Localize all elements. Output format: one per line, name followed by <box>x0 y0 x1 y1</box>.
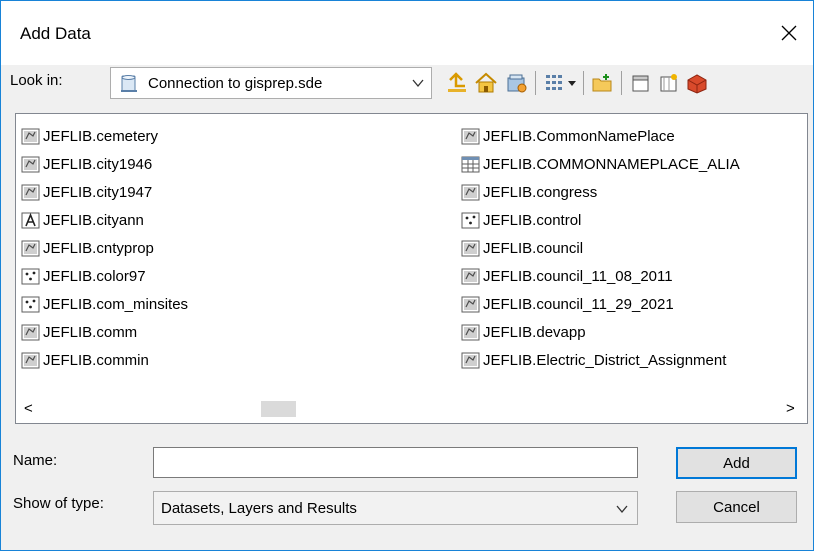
scrollbar-thumb[interactable] <box>261 401 296 417</box>
view-dropdown-icon <box>568 81 576 86</box>
connect-folder-icon <box>507 74 527 93</box>
list-item[interactable]: JEFLIB.cntyprop <box>21 234 188 262</box>
point-feature-class-icon <box>21 268 40 284</box>
new-folder-button[interactable] <box>591 71 615 95</box>
scroll-right-arrow[interactable]: > <box>786 400 795 417</box>
polygon-feature-class-icon <box>21 184 40 200</box>
polygon-feature-class-icon <box>21 324 40 340</box>
polygon-feature-class-icon <box>461 240 480 256</box>
list-item[interactable]: JEFLIB.COMMONNAMEPLACE_ALIA <box>461 150 740 178</box>
list-item[interactable]: JEFLIB.control <box>461 206 740 234</box>
polygon-feature-class-icon <box>21 128 40 144</box>
list-item[interactable]: JEFLIB.congress <box>461 178 740 206</box>
chevron-down-icon <box>412 79 424 88</box>
new-shapefile-icon <box>660 74 677 92</box>
new-shapefile-button[interactable] <box>657 71 681 95</box>
look-in-label: Look in: <box>10 72 63 89</box>
home-button[interactable] <box>474 71 498 95</box>
close-button[interactable] <box>769 15 809 51</box>
look-in-value: Connection to gisprep.sde <box>148 75 323 92</box>
name-input[interactable] <box>153 447 638 478</box>
new-file-button[interactable] <box>629 71 653 95</box>
database-connection-icon <box>121 75 137 92</box>
view-options-icon <box>546 75 562 90</box>
table-icon <box>461 156 480 172</box>
window-title: Add Data <box>20 24 91 43</box>
polygon-feature-class-icon <box>461 296 480 312</box>
polygon-feature-class-icon <box>461 128 480 144</box>
list-item[interactable]: JEFLIB.cemetery <box>21 122 188 150</box>
add-button[interactable]: Add <box>676 447 797 479</box>
show-of-type-value: Datasets, Layers and Results <box>161 500 357 517</box>
polygon-feature-class-icon <box>21 240 40 256</box>
look-in-dropdown[interactable]: Connection to gisprep.sde <box>110 67 432 99</box>
file-list-column-right: JEFLIB.CommonNamePlace JEFLIB.COMMONNAME… <box>461 122 740 374</box>
list-item[interactable]: JEFLIB.com_minsites <box>21 290 188 318</box>
chevron-down-icon <box>616 505 628 514</box>
list-item[interactable]: JEFLIB.color97 <box>21 262 188 290</box>
list-item[interactable]: JEFLIB.council_11_29_2021 <box>461 290 740 318</box>
polygon-feature-class-icon <box>461 268 480 284</box>
toolbox-icon <box>687 74 707 94</box>
list-item[interactable]: JEFLIB.cityann <box>21 206 188 234</box>
view-options-button[interactable] <box>543 71 567 95</box>
list-item[interactable]: JEFLIB.city1947 <box>21 178 188 206</box>
show-of-type-dropdown[interactable]: Datasets, Layers and Results <box>153 491 638 525</box>
up-one-level-icon <box>448 72 466 92</box>
scroll-left-arrow[interactable]: < <box>24 400 33 417</box>
close-icon <box>781 25 797 41</box>
view-dropdown-button[interactable] <box>565 71 579 95</box>
add-data-dialog: Add Data Look in: Connection to gisprep.… <box>0 0 814 551</box>
list-item[interactable]: JEFLIB.comm <box>21 318 188 346</box>
list-item[interactable]: JEFLIB.commin <box>21 346 188 374</box>
toolbar-separator <box>583 71 584 95</box>
title-bar: Add Data <box>1 1 813 65</box>
file-list-column-left: JEFLIB.cemetery JEFLIB.city1946 JEFLIB.c… <box>21 122 188 374</box>
toolbar-separator <box>621 71 622 95</box>
list-item[interactable]: JEFLIB.CommonNamePlace <box>461 122 740 150</box>
polygon-feature-class-icon <box>461 352 480 368</box>
toolbar <box>437 67 813 99</box>
file-list[interactable]: JEFLIB.cemetery JEFLIB.city1946 JEFLIB.c… <box>15 113 808 424</box>
list-item[interactable]: JEFLIB.Electric_District_Assignment <box>461 346 740 374</box>
point-feature-class-icon <box>461 212 480 228</box>
toolbox-button[interactable] <box>685 71 709 95</box>
name-label: Name: <box>13 452 58 469</box>
annotation-class-icon <box>21 212 40 228</box>
polygon-feature-class-icon <box>461 184 480 200</box>
polygon-feature-class-icon <box>461 324 480 340</box>
toolbar-separator <box>535 71 536 95</box>
connect-folder-button[interactable] <box>505 71 529 95</box>
home-icon <box>475 72 497 93</box>
polygon-feature-class-icon <box>21 156 40 172</box>
up-one-level-button[interactable] <box>445 71 469 95</box>
new-file-icon <box>632 75 649 92</box>
new-folder-icon <box>592 74 612 92</box>
list-item[interactable]: JEFLIB.devapp <box>461 318 740 346</box>
show-of-type-label: Show of type: <box>13 495 104 512</box>
polygon-feature-class-icon <box>21 352 40 368</box>
cancel-button[interactable]: Cancel <box>676 491 797 523</box>
list-item[interactable]: JEFLIB.council_11_08_2011 <box>461 262 740 290</box>
horizontal-scrollbar[interactable]: < > <box>16 395 807 423</box>
point-feature-class-icon <box>21 296 40 312</box>
list-item[interactable]: JEFLIB.council <box>461 234 740 262</box>
list-item[interactable]: JEFLIB.city1946 <box>21 150 188 178</box>
